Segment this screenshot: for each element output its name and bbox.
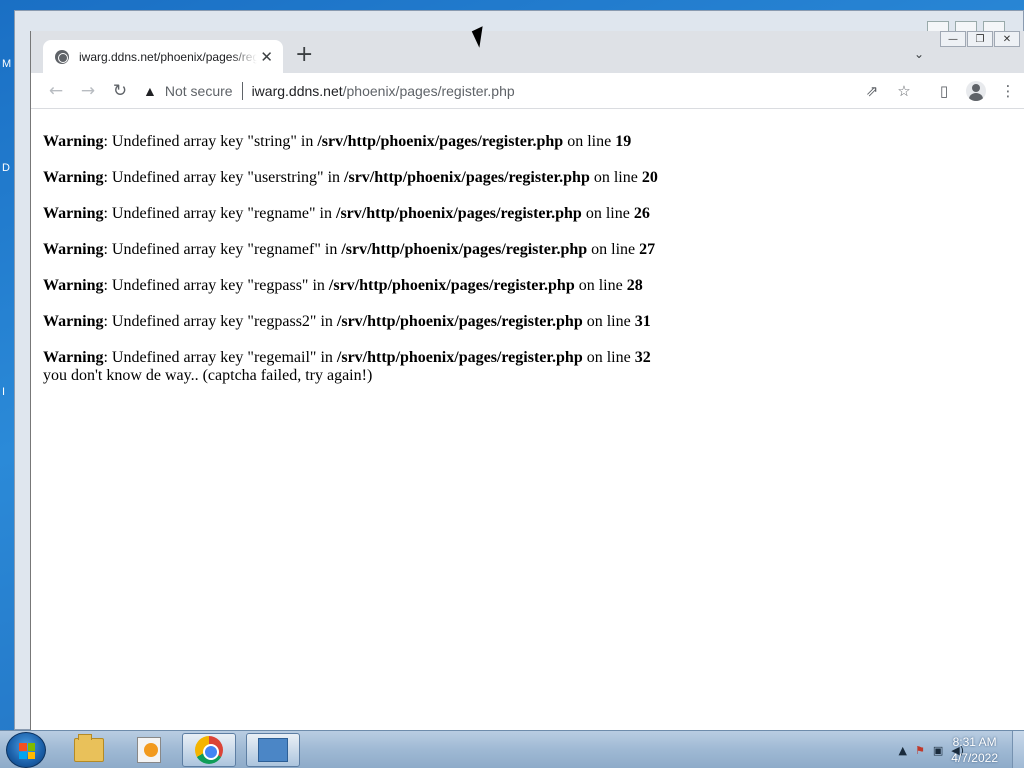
taskbar-media-player[interactable] — [122, 733, 176, 767]
tab-search-chevron-icon[interactable]: ⌄ — [914, 47, 924, 61]
browser-toolbar: ← → ↻ ▲ Not secure iwarg.ddns.net/phoeni… — [31, 73, 1024, 109]
browser-window: iwarg.ddns.net/phoenix/pages/register.ph… — [30, 31, 1024, 730]
window-controls: — ❐ ✕ — [939, 31, 1020, 47]
warning-label: Warning — [43, 241, 104, 258]
bookmark-star-icon[interactable]: ☆ — [888, 75, 920, 107]
warning-path: /srv/http/phoenix/pages/register.php — [344, 169, 590, 186]
warning-on-line: on line — [574, 277, 627, 294]
windows-logo-icon — [19, 743, 35, 759]
php-warning-line: Warning: Undefined array key "regnamef" … — [43, 241, 1012, 259]
warning-line-number: 28 — [626, 277, 643, 294]
folder-icon — [74, 734, 104, 762]
chrome-icon — [195, 736, 223, 764]
taskbar-chrome[interactable] — [182, 733, 236, 767]
restore-button[interactable]: ❐ — [967, 31, 993, 47]
php-warning-line: Warning: Undefined array key "string" in… — [43, 133, 1012, 151]
taskbar-explorer[interactable] — [62, 733, 116, 767]
show-desktop-button[interactable] — [1012, 731, 1024, 768]
warning-on-line: on line — [582, 313, 635, 330]
php-warning-line: Warning: Undefined array key "regpass2" … — [43, 313, 1012, 331]
desktop-icon-label: M — [2, 58, 12, 70]
warning-path: /srv/http/phoenix/pages/register.php — [341, 241, 588, 258]
omnibox-divider — [241, 82, 243, 100]
avatar-icon — [966, 81, 986, 101]
warning-text: : Undefined array key "regname" in — [103, 205, 336, 222]
warning-line-number: 20 — [641, 169, 658, 186]
remote-desktop-icon — [258, 738, 288, 762]
warning-label: Warning — [43, 133, 104, 150]
warning-on-line: on line — [563, 133, 616, 150]
warning-line-number: 32 — [634, 349, 651, 366]
security-status-label[interactable]: Not secure — [165, 83, 233, 99]
close-window-button[interactable]: ✕ — [994, 31, 1020, 47]
warning-label: Warning — [43, 169, 104, 186]
close-tab-icon[interactable]: ✕ — [260, 48, 273, 66]
php-warning-line: Warning: Undefined array key "userstring… — [43, 169, 1012, 187]
warning-triangle-icon[interactable]: ▲ — [143, 83, 157, 99]
globe-icon — [55, 49, 69, 64]
tray-overflow-icon[interactable]: ▲ — [898, 744, 906, 757]
page-content: Warning: Undefined array key "string" in… — [31, 109, 1024, 385]
clock[interactable]: 8:31 AM 4/7/2022 — [951, 734, 998, 766]
share-icon[interactable]: ⇗ — [856, 75, 888, 107]
warning-text: : Undefined array key "regemail" in — [103, 349, 337, 366]
warning-line-number: 27 — [639, 241, 656, 258]
network-icon[interactable]: ▣ — [933, 744, 943, 757]
address-bar[interactable]: ▲ Not secure iwarg.ddns.net/phoenix/page… — [143, 76, 893, 106]
browser-tab[interactable]: iwarg.ddns.net/phoenix/pages/register.ph… — [43, 40, 283, 73]
warning-on-line: on line — [582, 349, 635, 366]
start-button[interactable] — [6, 732, 46, 768]
warning-line-number: 26 — [633, 205, 650, 222]
taskbar: ▲ ⚑ ▣ ◀) 8:31 AM 4/7/2022 — [0, 730, 1024, 768]
reload-button[interactable]: ↻ — [105, 76, 135, 106]
profile-button[interactable] — [960, 75, 992, 107]
media-player-icon — [137, 737, 161, 763]
desktop-icon-label: I — [2, 386, 6, 398]
warning-on-line: on line — [589, 169, 642, 186]
toolbar-actions: ⇗ ☆ ▯ ⋮ — [856, 73, 1024, 109]
warning-line-number: 19 — [615, 133, 632, 150]
warning-label: Warning — [43, 277, 104, 294]
tab-strip: iwarg.ddns.net/phoenix/pages/register.ph… — [31, 31, 1024, 73]
taskbar-remote-desktop[interactable] — [246, 733, 300, 767]
warning-label: Warning — [43, 313, 104, 330]
url-path: /phoenix/pages/register.php — [342, 83, 515, 99]
warning-path: /srv/http/phoenix/pages/register.php — [336, 205, 582, 222]
new-tab-button[interactable]: + — [295, 43, 313, 67]
desktop-icon-label: D — [2, 162, 10, 174]
warning-path: /srv/http/phoenix/pages/register.php — [328, 277, 575, 294]
tab-title: iwarg.ddns.net/phoenix/pages/register.ph… — [79, 49, 257, 64]
url-host: iwarg.ddns.net — [251, 83, 343, 99]
php-warning-line: Warning: Undefined array key "regemail" … — [43, 349, 1012, 367]
warning-path: /srv/http/phoenix/pages/register.php — [336, 313, 583, 330]
php-warning-line: Warning: Undefined array key "regname" i… — [43, 205, 1012, 223]
back-button[interactable]: ← — [41, 76, 71, 106]
minimize-button[interactable]: — — [940, 31, 966, 47]
warning-line-number: 31 — [634, 313, 651, 330]
clock-date: 4/7/2022 — [951, 751, 998, 765]
warning-label: Warning — [43, 349, 104, 366]
clock-time: 8:31 AM — [952, 735, 997, 749]
warning-text: : Undefined array key "string" in — [103, 133, 318, 150]
action-center-icon[interactable]: ⚑ — [915, 744, 925, 757]
warning-text: : Undefined array key "regpass2" in — [103, 313, 337, 330]
warning-text: : Undefined array key "regpass" in — [103, 277, 329, 294]
menu-kebab-icon[interactable]: ⋮ — [992, 75, 1024, 107]
warning-text: : Undefined array key "userstring" in — [103, 169, 345, 186]
captcha-message: you don't know de way.. (captcha failed,… — [43, 367, 373, 384]
warning-on-line: on line — [587, 241, 640, 258]
warning-text: : Undefined array key "regnamef" in — [103, 241, 342, 258]
forward-button[interactable]: → — [73, 76, 103, 106]
warning-path: /srv/http/phoenix/pages/register.php — [317, 133, 564, 150]
side-panel-icon[interactable]: ▯ — [928, 75, 960, 107]
warning-label: Warning — [43, 205, 104, 222]
php-warning-line: Warning: Undefined array key "regpass" i… — [43, 277, 1012, 295]
warning-on-line: on line — [581, 205, 634, 222]
warning-path: /srv/http/phoenix/pages/register.php — [336, 349, 583, 366]
